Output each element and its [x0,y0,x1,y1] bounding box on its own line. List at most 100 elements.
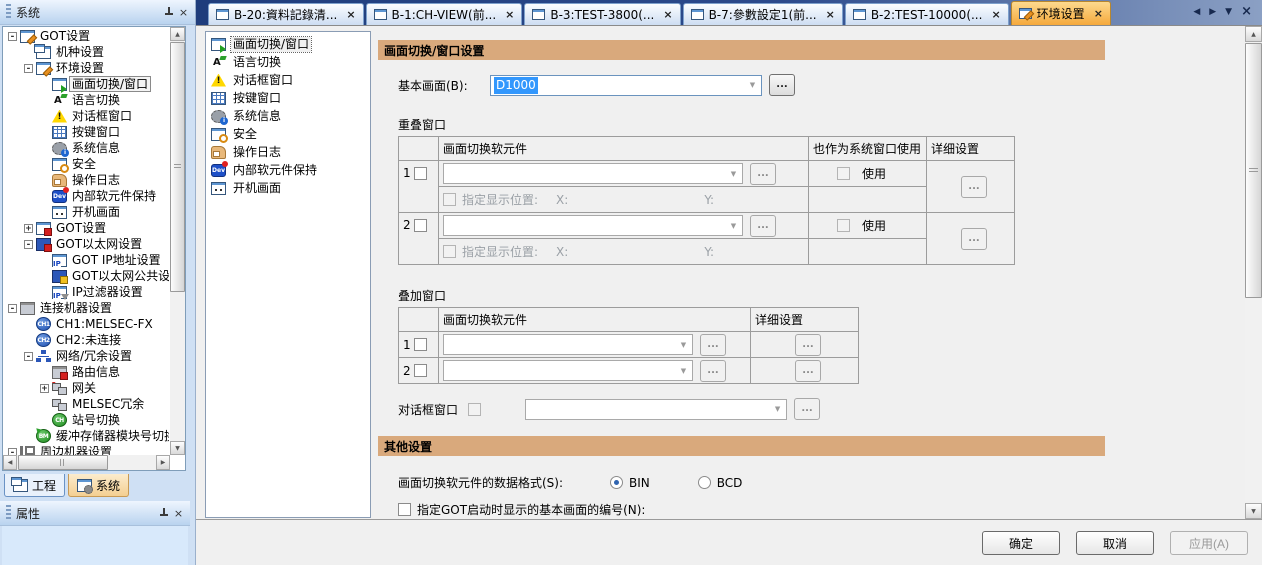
tree-item[interactable]: CH1:MELSEC-FX [3,316,169,332]
scrollbar-thumb[interactable] [18,455,108,470]
superimpose1-detail-button[interactable]: ... [795,334,821,356]
ok-button[interactable]: 确定 [982,531,1060,555]
tree-item[interactable]: 系统信息 [3,140,169,156]
bin-radio[interactable]: BIN [610,476,650,490]
close-icon[interactable]: × [346,9,355,20]
document-tab[interactable]: 环境设置× [1011,1,1111,25]
settings-category-item[interactable]: 对话框窗口 [209,71,370,89]
dialog-window-browse-button[interactable]: ... [794,398,820,420]
tree-item[interactable]: GOT IP地址设置 [3,252,169,268]
scroll-down-icon[interactable]: ▼ [170,441,185,455]
superimpose2-detail-button[interactable]: ... [795,360,821,382]
form-vertical-scrollbar[interactable]: ▲ ▼ [1245,26,1262,519]
base-screen-combobox[interactable]: D1000 ▼ [490,75,762,96]
scroll-left-icon[interactable]: ◀ [3,455,17,470]
startup-screen-checkbox[interactable] [398,503,411,516]
drag-grip-icon[interactable] [6,4,11,20]
superimpose1-device-combobox[interactable]: ▼ [443,334,693,355]
overlap1-device-combobox[interactable]: ▼ [443,163,743,184]
dock-tab-system[interactable]: 系统 [68,474,129,497]
tree-item[interactable]: MELSEC冗余 [3,396,169,412]
base-screen-browse-button[interactable]: ... [769,74,795,96]
tree-item[interactable]: 画面切换/窗口 [3,76,169,92]
settings-category-item[interactable]: 语言切换 [209,53,370,71]
close-icon[interactable]: × [1241,4,1252,19]
tree-item[interactable]: 机种设置 [3,44,169,60]
settings-category-item[interactable]: 按键窗口 [209,89,370,107]
scrollbar-thumb[interactable] [170,42,185,292]
tree-item[interactable]: 操作日志 [3,172,169,188]
superimpose2-device-browse-button[interactable]: ... [700,360,726,382]
overlap1-detail-button[interactable]: ... [961,176,987,198]
overlap1-enable-checkbox[interactable] [414,167,427,180]
close-icon[interactable]: × [663,9,672,20]
tree-item[interactable]: GOT以太网公共设置 [3,268,169,284]
tree-item[interactable]: -GOT以太网设置 [3,236,169,252]
overlap2-detail-button[interactable]: ... [961,228,987,250]
tree-expander-icon[interactable]: - [8,32,17,41]
overlap2-device-combobox[interactable]: ▼ [443,215,743,236]
scroll-right-icon[interactable]: ▶ [156,455,170,470]
close-icon[interactable]: × [1094,8,1103,19]
dialog-window-combobox[interactable]: ▼ [525,399,787,420]
document-tab[interactable]: B-2:TEST-10000(...× [845,3,1009,25]
bcd-radio[interactable]: BCD [698,476,743,490]
document-tab[interactable]: B-20:資料記錄清...× [208,3,364,25]
tree-item[interactable]: -环境设置 [3,60,169,76]
tree-item[interactable]: 语言切换 [3,92,169,108]
tree-item[interactable]: +GOT设置 [3,220,169,236]
tree-item[interactable]: 安全 [3,156,169,172]
settings-category-item[interactable]: 内部软元件保持 [209,161,370,179]
tree-expander-icon[interactable]: - [8,304,17,313]
overlap2-system-window-checkbox[interactable] [837,219,850,232]
superimpose1-enable-checkbox[interactable] [414,338,427,351]
tree-item[interactable]: 缓冲存储器模块号切换 [3,428,169,444]
tree-item[interactable]: 按键窗口 [3,124,169,140]
close-icon[interactable]: × [826,9,835,20]
tree-expander-icon[interactable]: + [40,384,49,393]
tree-item[interactable]: -连接机器设置 [3,300,169,316]
tree-item[interactable]: 内部软元件保持 [3,188,169,204]
overlap1-device-browse-button[interactable]: ... [750,163,776,185]
pin-icon[interactable] [161,5,176,20]
superimpose2-device-combobox[interactable]: ▼ [443,360,693,381]
scroll-right-icon[interactable]: ▶ [1209,7,1216,17]
document-tab[interactable]: B-7:參數設定1(前...× [683,3,843,25]
tree-item[interactable]: 站号切换 [3,412,169,428]
tree-item[interactable]: 对话框窗口 [3,108,169,124]
drag-grip-icon[interactable] [6,505,11,521]
overlap2-position-checkbox[interactable] [443,245,456,258]
overlap2-enable-checkbox[interactable] [414,219,427,232]
document-tab[interactable]: B-1:CH-VIEW(前...× [366,3,523,25]
tree-item[interactable]: +网关 [3,380,169,396]
tree-item[interactable]: -周边机器设置 [3,444,169,455]
tree-expander-icon[interactable]: + [24,224,33,233]
cancel-button[interactable]: 取消 [1076,531,1154,555]
tree-item[interactable]: IP过滤器设置 [3,284,169,300]
overlap1-position-checkbox[interactable] [443,193,456,206]
scrollbar-thumb[interactable] [1245,43,1262,298]
settings-category-item[interactable]: 开机画面 [209,179,370,197]
scroll-up-icon[interactable]: ▲ [1245,26,1262,42]
tab-list-icon[interactable]: ▼ [1225,7,1232,17]
settings-category-item[interactable]: 安全 [209,125,370,143]
settings-category-item[interactable]: 操作日志 [209,143,370,161]
close-icon[interactable]: × [176,5,191,20]
scroll-up-icon[interactable]: ▲ [170,27,185,41]
close-icon[interactable]: × [171,506,186,521]
tree-item[interactable]: -网络/冗余设置 [3,348,169,364]
chevron-down-icon[interactable]: ▼ [745,77,760,94]
scroll-left-icon[interactable]: ◀ [1193,7,1200,17]
overlap2-device-browse-button[interactable]: ... [750,215,776,237]
tree-expander-icon[interactable]: - [8,448,17,456]
tree-expander-icon[interactable]: - [24,64,33,73]
tree-vertical-scrollbar[interactable]: ▲ ▼ [170,27,185,455]
tree-expander-icon[interactable]: - [24,352,33,361]
tree-expander-icon[interactable]: - [24,240,33,249]
pin-icon[interactable] [156,506,171,521]
close-icon[interactable]: × [505,9,514,20]
tree-horizontal-scrollbar[interactable]: ◀ ▶ [3,455,170,470]
tree-item[interactable]: 开机画面 [3,204,169,220]
close-icon[interactable]: × [991,9,1000,20]
settings-category-item[interactable]: 系统信息 [209,107,370,125]
